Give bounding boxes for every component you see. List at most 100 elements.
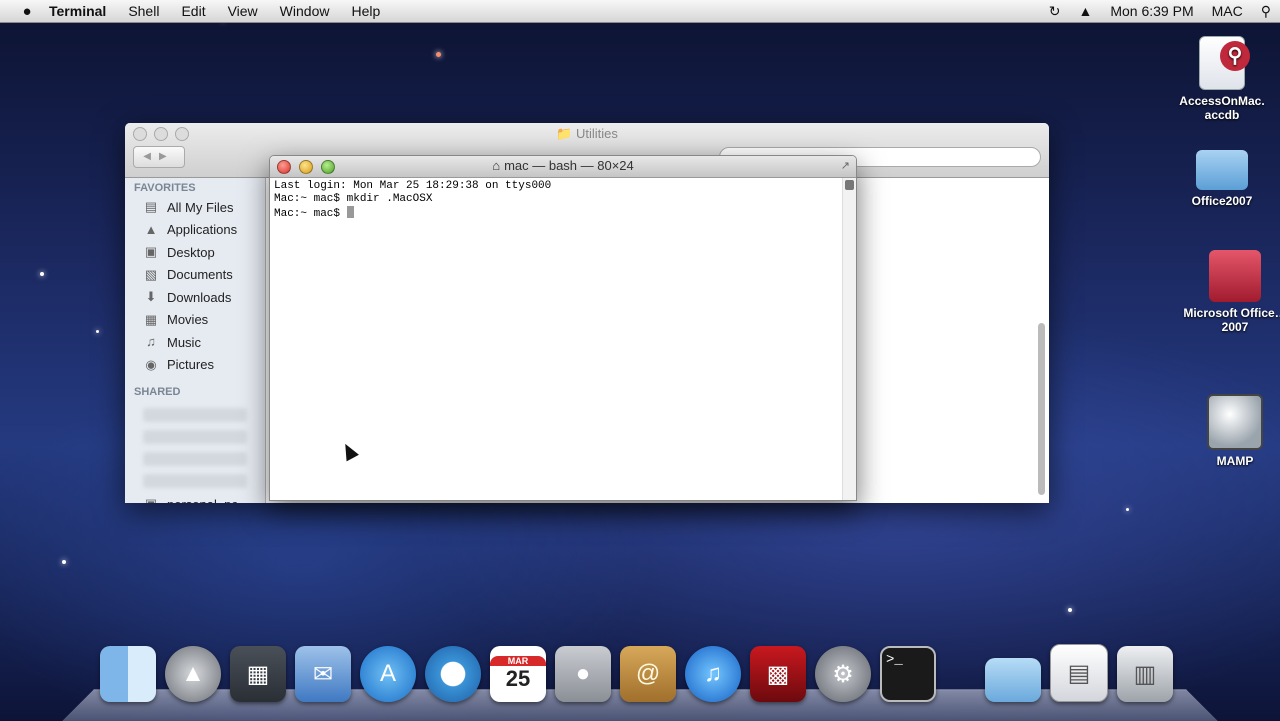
sidebar-item-downloads[interactable]: ⬇ Downloads	[125, 286, 265, 309]
spotlight-search-icon[interactable]: ⚲	[1252, 3, 1280, 20]
dock: ▲ ▦ ✉ A MAR 25 ● @ ♫ ▩ ⚙ >_ ▤ ▥	[100, 644, 1182, 702]
home-icon: ⌂	[492, 158, 501, 173]
calendar-month: MAR	[490, 656, 546, 666]
computer-icon: ▣	[143, 497, 159, 504]
sidebar-item-desktop[interactable]: ▣ Desktop	[125, 241, 265, 264]
mail-icon[interactable]: ✉	[295, 646, 351, 702]
sidebar-item-all-my-files[interactable]: ▤ All My Files	[125, 196, 265, 219]
menu-help[interactable]: Help	[340, 3, 391, 19]
documents-icon: ▧	[144, 266, 158, 282]
star	[40, 272, 44, 276]
mamp-elephant-icon	[1207, 394, 1263, 450]
terminal-window: ⌂ mac — bash — 80×24 ↗ Last login: Mon Ma…	[269, 155, 857, 501]
menu-app-name[interactable]: Terminal	[38, 3, 117, 19]
sidebar-item-label: Desktop	[167, 244, 215, 260]
sidebar-item-label: Downloads	[167, 289, 232, 305]
desktop-icon-office2007[interactable]: Office2007	[1167, 140, 1277, 208]
sidebar-item-label: All My Files	[167, 199, 234, 215]
star	[436, 52, 441, 57]
time-machine-icon[interactable]: ↻	[1040, 3, 1070, 20]
access-document-icon: ⚲	[1199, 36, 1250, 90]
shared-header: SHARED	[134, 386, 181, 398]
terminal-title: ⌂ mac — bash — 80×24	[492, 158, 634, 173]
blurred-shared-item	[143, 474, 247, 488]
text-cursor	[346, 206, 354, 218]
volume-icon[interactable]: ▲	[1069, 3, 1101, 19]
blurred-shared-item	[143, 452, 247, 466]
menu-clock[interactable]: Mon 6:39 PM	[1101, 3, 1202, 19]
desktop-icon-label: Microsoft Office…2007	[1183, 306, 1280, 334]
menu-edit[interactable]: Edit	[170, 3, 216, 19]
menu-bar: ● Terminal Shell Edit View Window Help ↻…	[0, 0, 1280, 23]
app-store-icon[interactable]: A	[360, 646, 416, 702]
star	[96, 330, 99, 333]
trash-icon[interactable]: ▥	[1117, 646, 1173, 702]
desktop-icon-mamp[interactable]: MAMP	[1180, 394, 1280, 468]
apple-menu-icon[interactable]: ●	[16, 3, 38, 20]
sidebar-item-label: Music	[167, 334, 201, 350]
sidebar-item-label: Pictures	[167, 357, 214, 373]
desktop-icon-label: MAMP	[1216, 454, 1254, 468]
finder-title: 📁 Utilities	[556, 126, 618, 141]
desktop-icon: ▣	[144, 244, 158, 260]
sidebar-item-shared-pc[interactable]: ▣ personal_pc	[125, 496, 265, 504]
terminal-icon-prompt: >_	[886, 652, 903, 668]
folder-icon[interactable]	[985, 658, 1041, 702]
star	[62, 560, 66, 564]
terminal-scrollbar[interactable]	[842, 178, 856, 500]
dashboard-icon[interactable]: ▦	[230, 646, 286, 702]
desktop-icon-accessonmac[interactable]: ⚲ AccessOnMac. accdb	[1167, 36, 1277, 122]
star	[1126, 508, 1129, 511]
scrollbar-thumb[interactable]	[845, 180, 854, 190]
calendar-icon[interactable]: MAR 25	[490, 646, 546, 702]
fullscreen-icon[interactable]: ↗	[841, 159, 850, 172]
safari-icon[interactable]	[425, 646, 481, 702]
itunes-icon[interactable]: ♫	[685, 646, 741, 702]
microsoft-office-icon	[1209, 250, 1261, 302]
music-icon: ♫	[146, 334, 156, 350]
terminal-titlebar: ⌂ mac — bash — 80×24 ↗	[270, 156, 856, 178]
terminal-line: Mac:~ mac$	[274, 208, 347, 220]
applications-icon: ▲	[144, 221, 158, 237]
desktop-icon-microsoft-office[interactable]: Microsoft Office…2007	[1180, 250, 1280, 334]
all-files-icon: ▤	[144, 199, 158, 215]
terminal-line: Last login: Mon Mar 25 18:29:38 on ttys0…	[274, 180, 552, 192]
pictures-icon: ◉	[145, 356, 157, 372]
terminal-icon[interactable]: >_	[880, 646, 936, 702]
menu-extras: ↻ ▲ Mon 6:39 PM MAC ⚲	[1040, 3, 1280, 20]
desktop-icon-label: Office2007	[1191, 194, 1253, 208]
blurred-shared-item	[143, 408, 247, 422]
sidebar-item-label: personal_pc	[167, 497, 238, 504]
sidebar-item-documents[interactable]: ▧ Documents	[125, 264, 265, 287]
sidebar-item-music[interactable]: ♫ Music	[125, 331, 265, 354]
movies-icon: ▦	[144, 311, 158, 327]
star	[1068, 608, 1072, 612]
sidebar-item-applications[interactable]: ▲ Applications	[125, 219, 265, 242]
folder-icon	[1196, 150, 1248, 190]
finder-icon[interactable]	[100, 646, 156, 702]
contacts-icon[interactable]: @	[620, 646, 676, 702]
desktop-icon-label: AccessOnMac. accdb	[1179, 94, 1265, 122]
calendar-day: 25	[505, 666, 531, 691]
finder-scrollbar[interactable]	[1038, 323, 1045, 495]
photo-booth-icon[interactable]: ▩	[750, 646, 806, 702]
back-forward-buttons[interactable]: ◀▶	[133, 146, 185, 168]
menu-window[interactable]: Window	[269, 3, 341, 19]
system-preferences-icon[interactable]: ⚙	[815, 646, 871, 702]
sidebar-item-movies[interactable]: ▦ Movies	[125, 309, 265, 332]
menu-user[interactable]: MAC	[1203, 3, 1252, 19]
downloads-icon: ⬇	[145, 289, 157, 305]
sidebar-item-label: Applications	[167, 222, 238, 238]
facetime-icon[interactable]: ●	[555, 646, 611, 702]
document-icon[interactable]: ▤	[1050, 644, 1108, 702]
finder-sidebar: FAVORITES ▤ All My Files ▲ Applications ▣ D…	[125, 178, 266, 503]
terminal-line: Mac:~ mac$ mkdir .MacOSX	[274, 193, 433, 205]
menu-shell[interactable]: Shell	[117, 3, 170, 19]
menu-view[interactable]: View	[217, 3, 269, 19]
launchpad-icon[interactable]: ▲	[165, 646, 221, 702]
favorites-header: FAVORITES	[134, 182, 196, 194]
sidebar-item-label: Documents	[167, 267, 233, 283]
sidebar-item-pictures[interactable]: ◉ Pictures	[125, 354, 265, 377]
sidebar-item-label: Movies	[167, 312, 209, 328]
terminal-prompt-line: Mac:~ mac$	[274, 206, 838, 221]
